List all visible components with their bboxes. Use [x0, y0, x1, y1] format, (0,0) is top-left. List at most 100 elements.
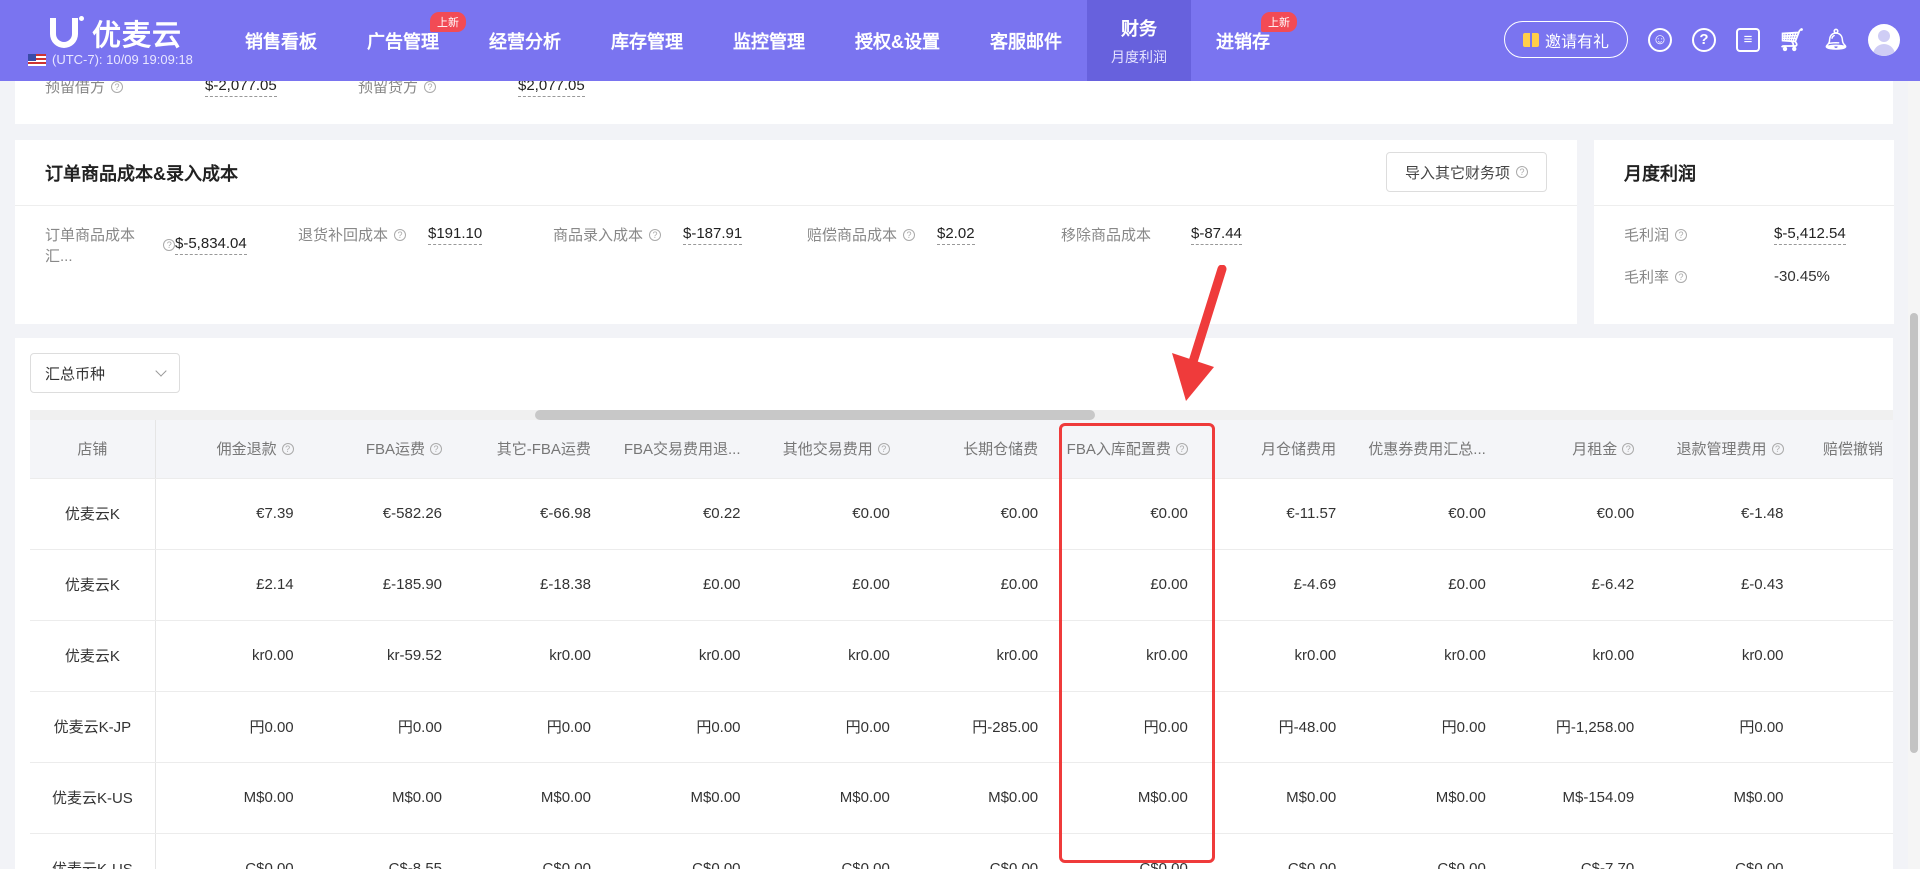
column-header[interactable]: FBA入库配置费?: [1048, 420, 1198, 479]
nav-item-1[interactable]: 广告管理 上新: [342, 0, 466, 81]
column-header[interactable]: 其他交易费用?: [750, 420, 900, 479]
fee-cell: €0.22: [600, 478, 751, 550]
info-icon[interactable]: ?: [424, 80, 437, 93]
brand-logo[interactable]: 优麦云: [50, 12, 182, 54]
fee-cell: kr0.00: [1346, 620, 1496, 692]
column-header-label: 月仓储费用: [1261, 441, 1337, 459]
column-header-label: 赔偿撤销: [1822, 441, 1883, 459]
new-badge: 上新: [1261, 12, 1297, 32]
nav-item-5[interactable]: 授权&设置: [830, 0, 965, 81]
fee-cell: €0.00: [1346, 478, 1496, 550]
fee-cell: M$0.00: [899, 762, 1049, 834]
nav-item-2[interactable]: 经营分析: [464, 0, 586, 81]
gift-icon: [1522, 32, 1539, 47]
fee-cell: [1793, 691, 1893, 763]
column-header-label: FBA交易费用退...: [623, 441, 741, 459]
column-header[interactable]: 月租金?: [1495, 420, 1645, 479]
column-header[interactable]: 店铺: [30, 420, 156, 479]
info-icon[interactable]: ?: [1622, 442, 1635, 455]
fee-cell: £-0.43: [1644, 549, 1794, 621]
nav-item-6[interactable]: 客服邮件: [965, 0, 1087, 81]
fee-cell: M$0.00: [303, 762, 453, 834]
info-icon[interactable]: ?: [649, 228, 662, 241]
nav-item-label: 财务: [1121, 18, 1157, 39]
fee-cell: €0.00: [1048, 478, 1198, 550]
cost-item-value: $-5,834.04: [175, 235, 247, 255]
info-icon[interactable]: ?: [1771, 442, 1784, 455]
bell-icon[interactable]: 🔔︎: [1823, 28, 1848, 52]
cost-item-value: $-87.44: [1191, 225, 1242, 245]
column-header[interactable]: FBA交易费用退...: [600, 420, 751, 479]
nav-item-4[interactable]: 监控管理: [708, 0, 830, 81]
nav-item-8[interactable]: 进销存 上新: [1191, 0, 1297, 81]
vertical-scrollbar[interactable]: [1908, 81, 1920, 869]
nav-item-7[interactable]: 财务 月度利润: [1087, 0, 1191, 81]
column-header[interactable]: FBA运费?: [303, 420, 453, 479]
nav-item-0[interactable]: 销售看板: [220, 0, 342, 81]
info-icon[interactable]: ?: [394, 228, 407, 241]
info-icon[interactable]: ?: [1675, 228, 1688, 241]
nav-item-3[interactable]: 库存管理: [586, 0, 708, 81]
cost-item-label: 商品录入成本: [553, 227, 644, 244]
currency-select[interactable]: 汇总币种: [30, 353, 180, 393]
new-badge: 上新: [430, 12, 466, 32]
info-icon[interactable]: ?: [1675, 270, 1688, 283]
info-icon[interactable]: ?: [877, 442, 890, 455]
fee-cell: M$0.00: [600, 762, 751, 834]
invite-label: 邀请有礼: [1544, 33, 1609, 51]
import-label: 导入其它财务项: [1404, 164, 1510, 182]
column-header-label: 月租金: [1572, 441, 1618, 459]
column-header-label: 店铺: [77, 441, 108, 459]
user-avatar[interactable]: [1868, 23, 1900, 56]
cost-item: 商品录入成本? $-187.91: [553, 224, 743, 245]
shop-name-cell: 优麦云K-US: [30, 762, 156, 834]
fee-cell: kr-59.52: [303, 620, 453, 692]
fee-cell: kr0.00: [155, 620, 304, 692]
fee-cell: 円0.00: [452, 691, 601, 763]
info-icon[interactable]: ?: [163, 239, 175, 251]
column-header[interactable]: 其它-FBA运费: [452, 420, 601, 479]
fee-cell: [1793, 833, 1893, 869]
table-row: 优麦云K £2.14 £-185.90 £-18.38 £0.00 £0.00 £0.00 £…: [30, 549, 1893, 621]
info-icon[interactable]: ?: [281, 442, 294, 455]
fee-cell: €0.00: [750, 478, 900, 550]
help-icon[interactable]: ?: [1692, 27, 1716, 52]
shop-name-cell: 优麦云K: [30, 478, 156, 550]
main-menu: 销售看板 广告管理 上新 经营分析 库存管理 监控管理 授权&设置 客服邮件 财务 月度利润 进销存…: [220, 0, 1297, 81]
column-header[interactable]: 长期仓储费: [899, 420, 1049, 479]
card-title: 月度利润: [1624, 163, 1696, 184]
vertical-scroll-thumb[interactable]: [1910, 313, 1918, 753]
fee-cell: M$0.00: [1048, 762, 1198, 834]
fee-cell: C$-8.55: [303, 833, 453, 869]
info-icon[interactable]: ?: [111, 80, 124, 93]
fee-cell: £0.00: [750, 549, 900, 621]
column-header[interactable]: 月仓储费用: [1197, 420, 1347, 479]
column-header[interactable]: 退款管理费用?: [1644, 420, 1794, 479]
column-header[interactable]: 优惠券费用汇总...: [1346, 420, 1496, 479]
customer-service-icon[interactable]: ☺: [1648, 27, 1672, 52]
message-icon[interactable]: ≡: [1736, 27, 1760, 52]
horizontal-scrollbar[interactable]: [30, 410, 1893, 420]
fee-cell: £-4.69: [1197, 549, 1347, 621]
fee-cell: £2.14: [155, 549, 304, 621]
fee-cell: €0.00: [899, 478, 1049, 550]
invite-button[interactable]: 邀请有礼: [1503, 21, 1628, 58]
import-finance-button[interactable]: 导入其它财务项 ?: [1385, 152, 1547, 192]
info-icon[interactable]: ?: [903, 228, 916, 241]
column-header[interactable]: 佣金退款?: [155, 420, 304, 479]
info-icon[interactable]: ?: [430, 442, 443, 455]
fee-cell: C$0.00: [1048, 833, 1198, 869]
fee-cell: €-66.98: [452, 478, 601, 550]
nav-item-label: 客服邮件: [990, 31, 1062, 52]
fee-cell: [1793, 549, 1893, 621]
table-row: 优麦云K-USC$0.00C$-8.55C$0.00C$0.00C$0.00C$…: [30, 833, 1893, 869]
fee-cell: C$0.00: [600, 833, 751, 869]
shop-name-cell: 优麦云K: [30, 549, 156, 621]
cart-icon[interactable]: 🛒︎: [1778, 27, 1806, 52]
column-header[interactable]: 赔偿撤销: [1793, 420, 1893, 479]
shop-name-cell: 优麦云K-JP: [30, 691, 156, 763]
info-icon[interactable]: ?: [1175, 442, 1188, 455]
horizontal-scroll-thumb[interactable]: [535, 410, 1095, 420]
fee-cell: M$0.00: [452, 762, 601, 834]
timezone-clock: (UTC-7): 10/09 19:09:18: [28, 52, 193, 67]
